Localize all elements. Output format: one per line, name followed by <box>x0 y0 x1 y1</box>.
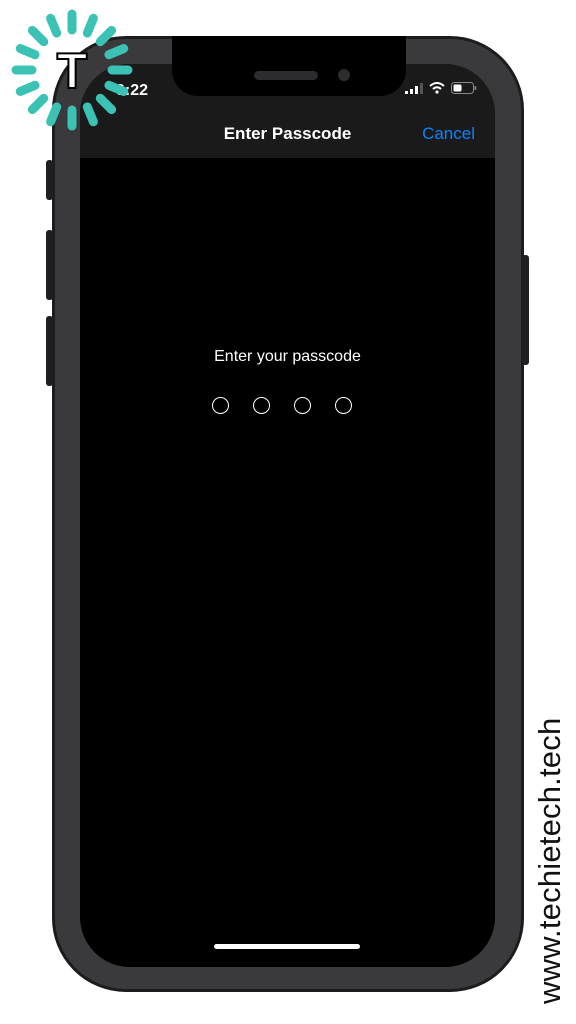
logo-ray <box>15 44 40 60</box>
home-indicator[interactable] <box>214 944 360 949</box>
logo-letter: T <box>57 43 88 99</box>
battery-icon <box>451 82 477 94</box>
logo-ray <box>104 80 129 96</box>
volume-down-button <box>46 316 53 386</box>
logo-ray <box>82 102 98 127</box>
techietech-logo-icon: T <box>11 9 133 131</box>
passcode-dot <box>212 397 229 414</box>
passcode-dot <box>294 397 311 414</box>
logo-ray <box>46 13 62 38</box>
notch <box>172 36 406 96</box>
passcode-dot <box>253 397 270 414</box>
volume-up-button <box>46 230 53 300</box>
logo-ray <box>104 44 129 60</box>
speaker-grille <box>254 71 318 80</box>
logo-ray <box>46 102 62 127</box>
logo-ray <box>27 93 49 115</box>
watermark: www.techietech.tech <box>532 717 567 1004</box>
logo-ray <box>27 25 49 47</box>
phone-screen: 9:22 Enter Passcode Cancel Enter your pa… <box>80 64 495 967</box>
logo-ray <box>95 93 117 115</box>
silent-switch <box>46 160 53 200</box>
front-camera <box>338 69 350 81</box>
status-icons <box>405 82 477 94</box>
passcode-dot <box>335 397 352 414</box>
passcode-prompt: Enter your passcode <box>214 348 361 365</box>
cancel-button[interactable]: Cancel <box>422 124 475 144</box>
wifi-icon <box>429 82 445 94</box>
passcode-dots <box>212 397 352 414</box>
logo-ray <box>82 13 98 38</box>
logo-ray <box>95 25 117 47</box>
power-button <box>522 255 529 365</box>
signal-icon <box>405 82 423 94</box>
logo-ray <box>15 80 40 96</box>
